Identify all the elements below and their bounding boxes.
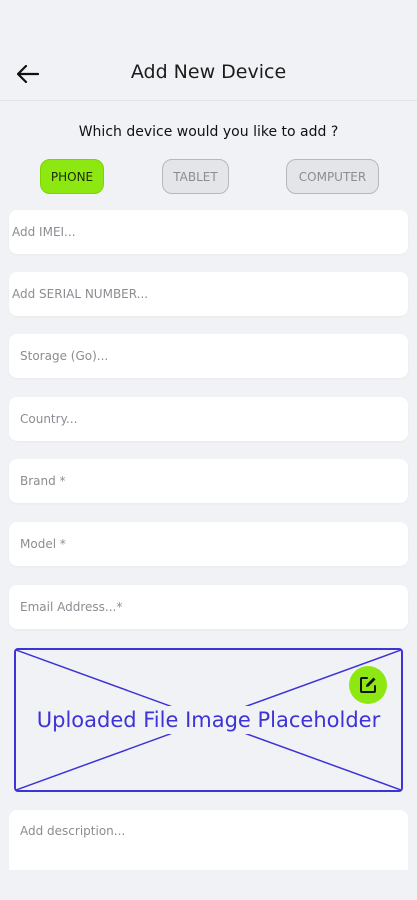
brand-field (9, 459, 408, 503)
storage-input[interactable] (9, 334, 408, 378)
serial-number-field (9, 272, 408, 316)
description-field (9, 810, 408, 870)
edit-image-button[interactable] (349, 666, 387, 704)
device-question: Which device would you like to add ? (78, 124, 339, 140)
country-field (9, 397, 408, 441)
storage-field (9, 334, 408, 378)
email-field (9, 585, 408, 629)
device-type-computer-button[interactable]: COMPUTER (286, 159, 379, 194)
app-header: Add New Device (0, 0, 417, 101)
image-upload-placeholder[interactable]: Uploaded File Image Placeholder (14, 648, 403, 792)
page-title: Add New Device (130, 61, 287, 83)
imei-input[interactable] (9, 210, 408, 254)
model-field (9, 522, 408, 566)
edit-icon (360, 677, 376, 693)
email-input[interactable] (9, 585, 408, 629)
device-type-tablet-button[interactable]: TABLET (162, 159, 229, 194)
serial-number-input[interactable] (9, 272, 408, 316)
upload-placeholder-label: Uploaded File Image Placeholder (16, 706, 401, 734)
brand-input[interactable] (9, 459, 408, 503)
description-input[interactable] (9, 810, 408, 870)
country-input[interactable] (9, 397, 408, 441)
device-type-phone-button[interactable]: PHONE (40, 159, 104, 194)
imei-field (9, 210, 408, 254)
model-input[interactable] (9, 522, 408, 566)
